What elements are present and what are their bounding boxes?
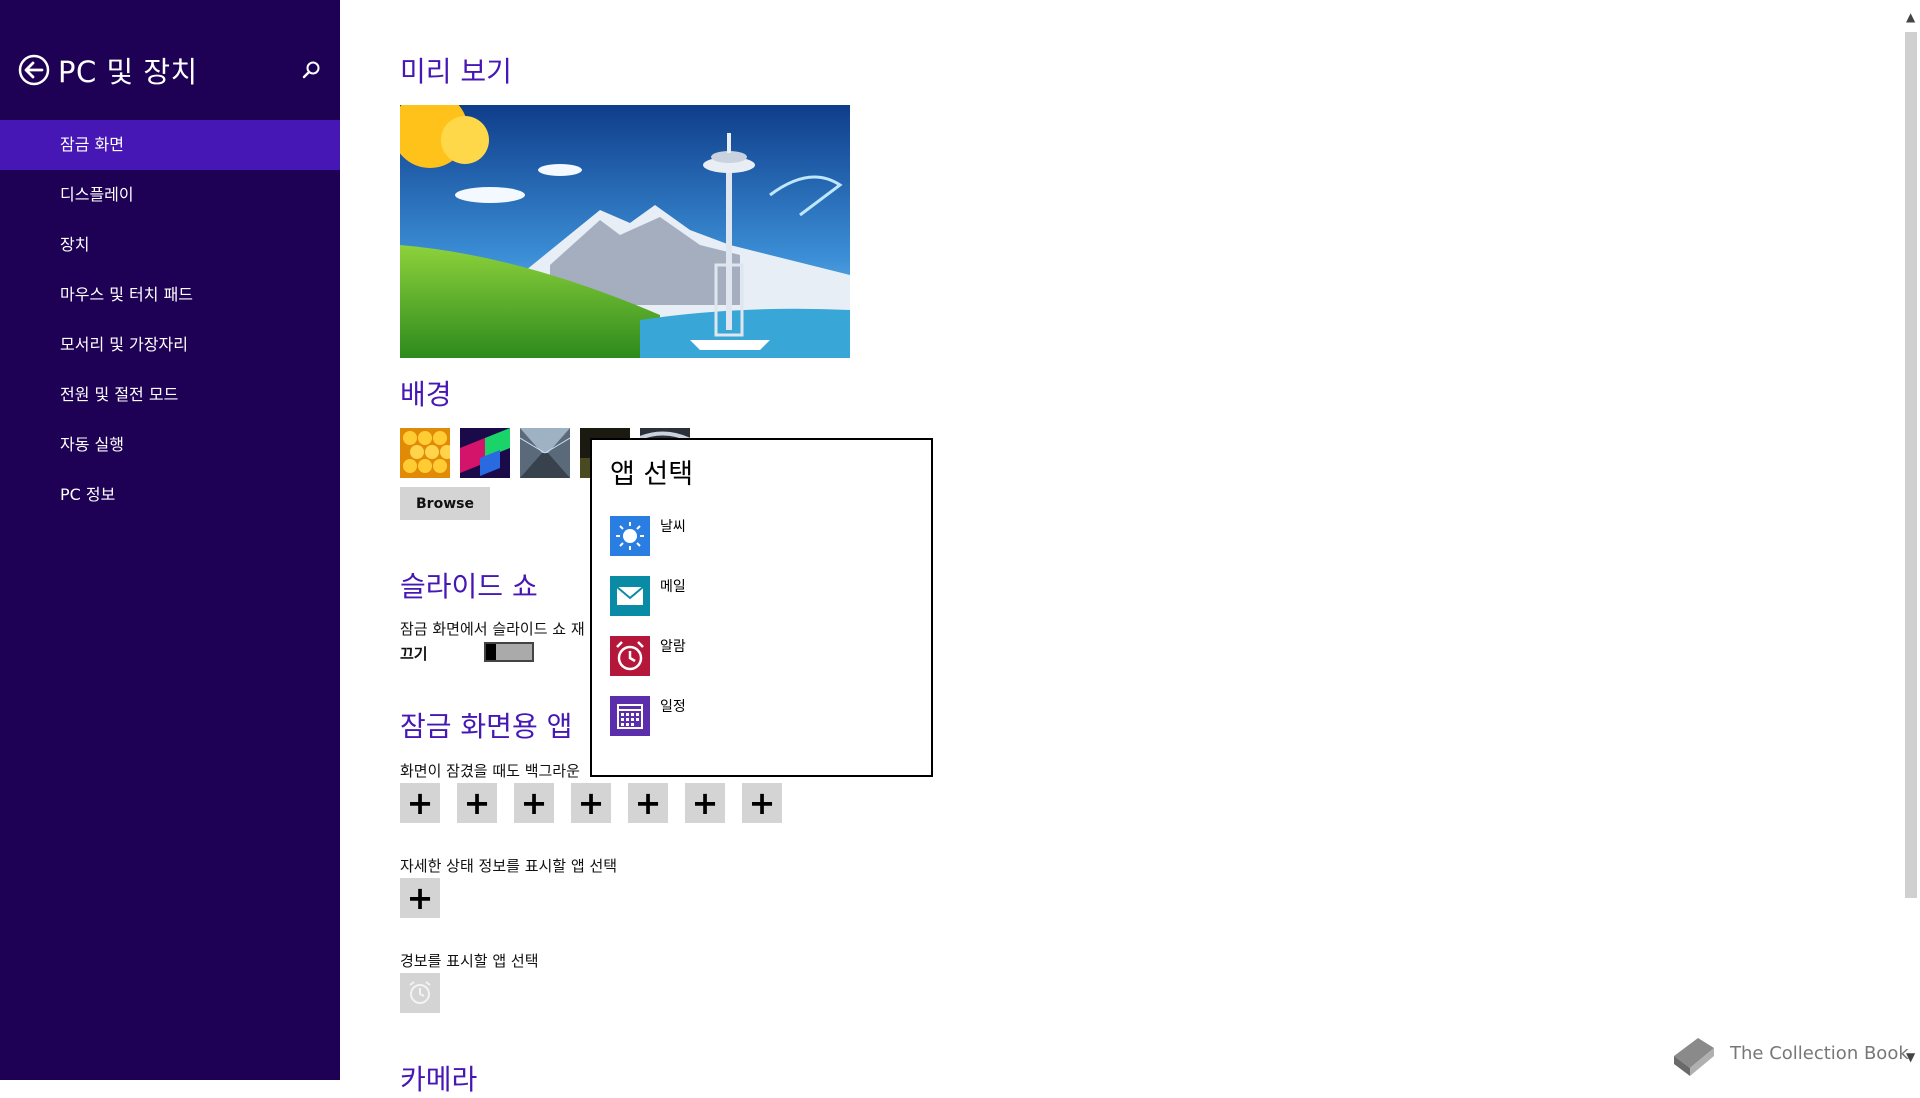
lock-screen-apps-heading: 잠금 화면용 앱 (400, 710, 573, 743)
back-arrow-icon[interactable] (18, 54, 50, 86)
background-thumbnail[interactable] (520, 428, 570, 478)
app-label: 메일 (660, 579, 686, 595)
sidebar-item-mouse-touchpad[interactable]: 마우스 및 터치 패드 (0, 270, 340, 320)
vertical-scrollbar[interactable]: ▲ ▼ (1902, 0, 1920, 1080)
detailed-status-add-button[interactable]: + (400, 878, 440, 918)
sidebar-item-devices[interactable]: 장치 (0, 220, 340, 270)
alarm-icon (610, 636, 650, 676)
add-app-button[interactable]: + (400, 783, 440, 823)
sidebar-item-display[interactable]: 디스플레이 (0, 170, 340, 220)
lock-screen-apps-description: 화면이 잠겼을 때도 백그라운 (400, 762, 580, 780)
sidebar-header: PC 및 장치 (18, 50, 198, 90)
scroll-up-arrow-icon[interactable]: ▲ (1906, 10, 1915, 24)
app-option-alarm[interactable]: 알람 (610, 636, 910, 678)
add-app-button[interactable]: + (628, 783, 668, 823)
sidebar-item-pc-info[interactable]: PC 정보 (0, 470, 340, 520)
add-app-button[interactable]: + (457, 783, 497, 823)
slideshow-description: 잠금 화면에서 슬라이드 쇼 재 (400, 620, 585, 638)
app-label: 알람 (660, 639, 686, 655)
add-app-button[interactable]: + (514, 783, 554, 823)
toggle-knob (486, 644, 496, 660)
alarm-app-button[interactable] (400, 973, 440, 1013)
alarm-app-description: 경보를 표시할 앱 선택 (400, 952, 539, 970)
watermark-text: The Collection Book (1730, 1042, 1909, 1064)
main-content: 미리 보기 배경 Browse 슬라이드 쇼 잠금 화면에서 슬라이드 쇼 재 … (340, 0, 1902, 1096)
background-thumbnail[interactable] (400, 428, 450, 478)
sidebar-nav: 잠금 화면 디스플레이 장치 마우스 및 터치 패드 모서리 및 가장자리 전원… (0, 120, 340, 520)
add-app-button[interactable]: + (685, 783, 725, 823)
popup-title: 앱 선택 (610, 459, 694, 490)
app-label: 날씨 (660, 519, 686, 535)
mail-icon (610, 576, 650, 616)
slideshow-heading: 슬라이드 쇼 (400, 570, 538, 603)
background-app-slots: + + + + + + + (400, 783, 782, 823)
sidebar-item-autoplay[interactable]: 자동 실행 (0, 420, 340, 470)
background-thumbnail[interactable] (460, 428, 510, 478)
add-app-button[interactable]: + (571, 783, 611, 823)
sidebar-item-corners-edges[interactable]: 모서리 및 가장자리 (0, 320, 340, 370)
slideshow-toggle-state: 끄기 (400, 645, 428, 663)
background-heading: 배경 (400, 378, 452, 411)
scrollbar-thumb[interactable] (1905, 32, 1917, 898)
app-option-mail[interactable]: 메일 (610, 576, 910, 618)
calendar-icon (610, 696, 650, 736)
camera-heading: 카메라 (400, 1063, 478, 1096)
choose-app-popup: 앱 선택 날씨 메일 알람 일정 (590, 438, 933, 777)
sidebar-item-lock-screen[interactable]: 잠금 화면 (0, 120, 340, 170)
sidebar-title: PC 및 장치 (58, 55, 198, 89)
book-icon (1674, 1038, 1714, 1076)
lock-screen-preview-image (400, 105, 850, 358)
search-icon[interactable] (300, 59, 322, 81)
sidebar-item-power-sleep[interactable]: 전원 및 절전 모드 (0, 370, 340, 420)
browse-button[interactable]: Browse (400, 487, 490, 520)
sidebar: PC 및 장치 잠금 화면 디스플레이 장치 마우스 및 터치 패드 모서리 및… (0, 0, 340, 1080)
add-app-button[interactable]: + (742, 783, 782, 823)
app-option-weather[interactable]: 날씨 (610, 516, 910, 558)
watermark: The Collection Book (1668, 1030, 1909, 1076)
alarm-clock-icon (409, 981, 431, 1004)
sun-icon (610, 516, 650, 556)
preview-heading: 미리 보기 (400, 55, 512, 88)
slideshow-toggle[interactable] (484, 642, 534, 662)
detailed-status-description: 자세한 상태 정보를 표시할 앱 선택 (400, 857, 618, 875)
app-option-calendar[interactable]: 일정 (610, 696, 910, 738)
app-label: 일정 (660, 699, 686, 715)
